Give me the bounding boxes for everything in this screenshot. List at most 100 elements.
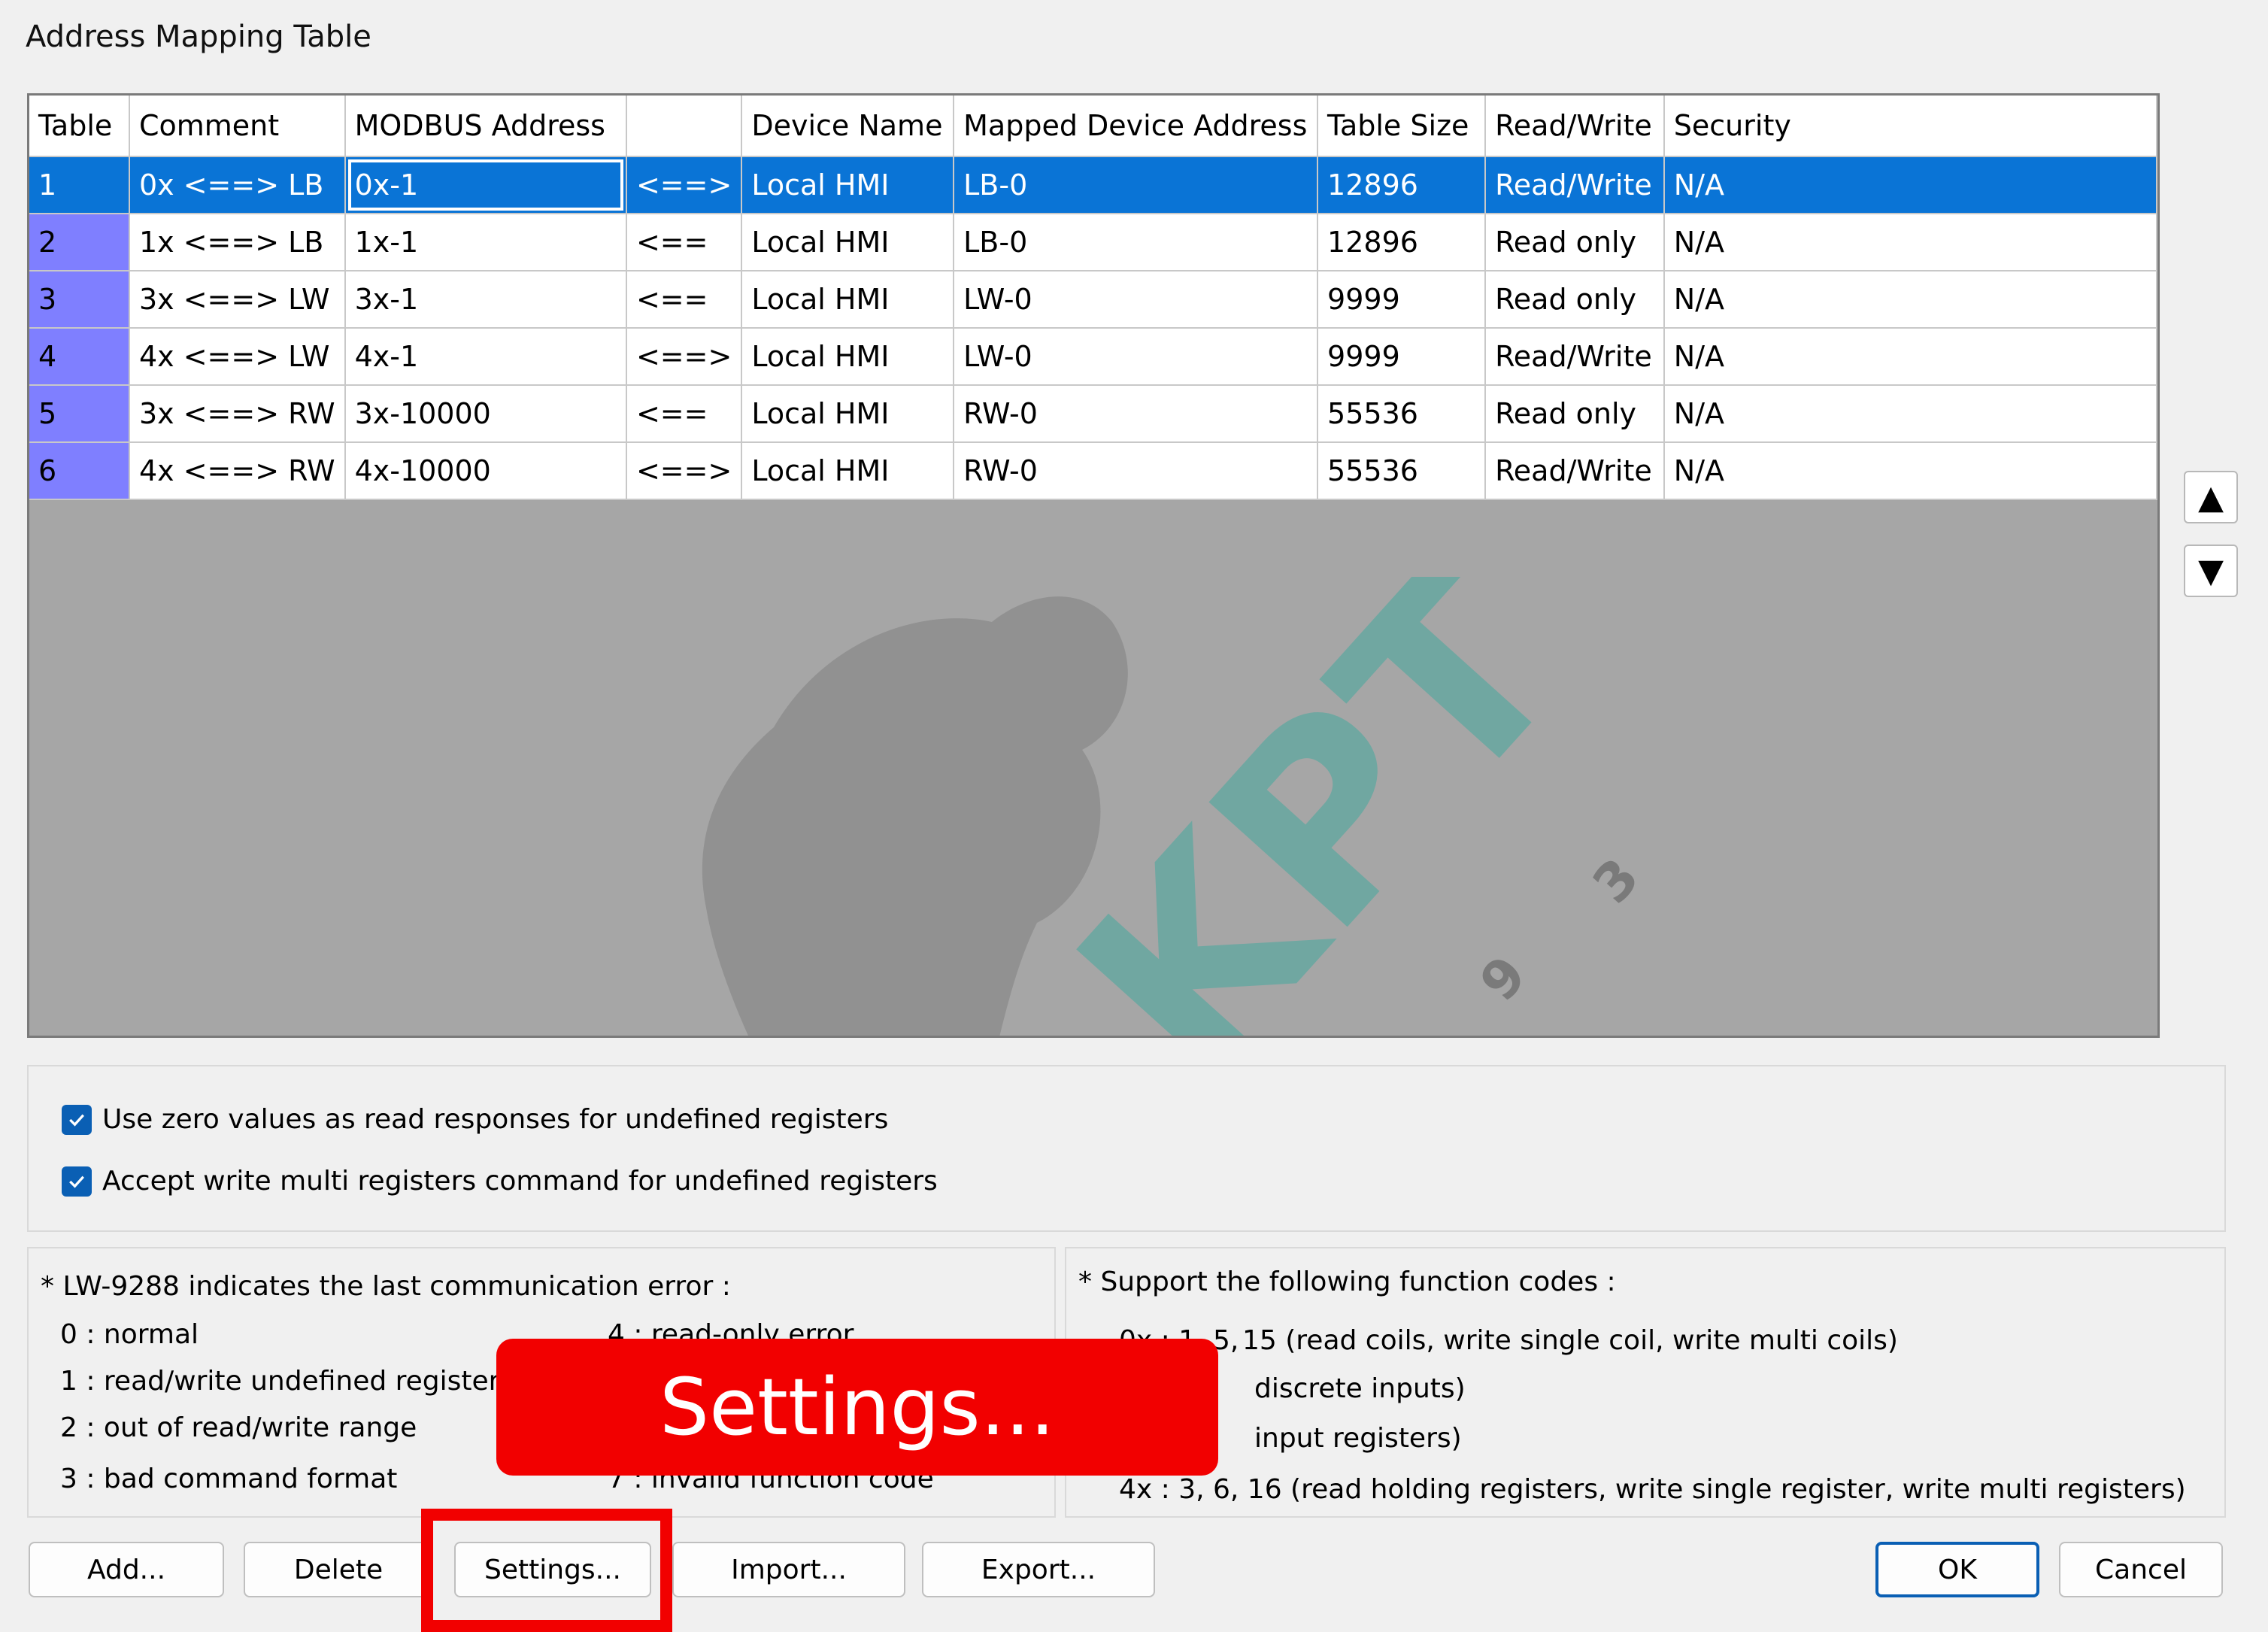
col-header-table[interactable]: Table	[29, 96, 130, 157]
cell-comment[interactable]: 3x <==> LW	[129, 271, 346, 329]
table-row[interactable]: 2 1x <==> LB 1x-1 <== Local HMI LB-0 12896 Read…	[29, 214, 2157, 271]
cell-security[interactable]: N/A	[1663, 385, 2157, 443]
col-header-read-write[interactable]: Read/Write	[1485, 96, 1665, 157]
export-button[interactable]: Export...	[922, 1542, 1155, 1597]
settings-callout: Settings...	[496, 1339, 1218, 1476]
function-code-3x-detail: input registers)	[1254, 1423, 1462, 1454]
cell-table-size[interactable]: 55536	[1317, 385, 1487, 443]
cell-mapped-address[interactable]: RW-0	[954, 442, 1319, 500]
cell-mapped-address[interactable]: RW-0	[954, 385, 1319, 443]
cell-device-name[interactable]: Local HMI	[741, 442, 955, 500]
cell-read-write[interactable]: Read only	[1485, 271, 1665, 329]
cell-table-number[interactable]: 2	[29, 214, 130, 271]
watermark: KPT 1 9 9 3	[702, 577, 1651, 1038]
checkmark-icon	[69, 1114, 84, 1127]
cell-device-name[interactable]: Local HMI	[741, 214, 955, 271]
settings-highlight-box	[421, 1509, 672, 1632]
mapping-table[interactable]: Table Comment MODBUS Address Device Name…	[27, 93, 2160, 1038]
col-header-comment[interactable]: Comment	[129, 96, 346, 157]
table-row[interactable]: 4 4x <==> LW 4x-1 <==> Local HMI LW-0 9999 Read…	[29, 328, 2157, 386]
cell-direction[interactable]: <==>	[626, 156, 743, 214]
cell-device-name[interactable]: Local HMI	[741, 156, 955, 214]
cell-read-write[interactable]: Read/Write	[1485, 328, 1665, 386]
cell-mapped-address[interactable]: LB-0	[954, 214, 1319, 271]
cancel-button[interactable]: Cancel	[2059, 1542, 2223, 1597]
import-button[interactable]: Import...	[672, 1542, 905, 1597]
cell-direction[interactable]: <==	[626, 385, 743, 443]
error-code-3: 3 : bad command format	[60, 1464, 398, 1494]
table-row[interactable]: 3 3x <==> LW 3x-1 <== Local HMI LW-0 9999 Read …	[29, 271, 2157, 329]
cell-modbus-address[interactable]: 3x-10000	[344, 385, 627, 443]
cell-modbus-address[interactable]: 4x-10000	[344, 442, 627, 500]
col-header-device-name[interactable]: Device Name	[741, 96, 955, 157]
cell-comment[interactable]: 4x <==> RW	[129, 442, 346, 500]
error-code-0: 0 : normal	[60, 1319, 199, 1350]
cell-table-size[interactable]: 55536	[1317, 442, 1487, 500]
cell-table-number[interactable]: 6	[29, 442, 130, 500]
cell-device-name[interactable]: Local HMI	[741, 385, 955, 443]
cell-direction[interactable]: <==>	[626, 442, 743, 500]
options-group: Use zero values as read responses for un…	[27, 1065, 2226, 1232]
accept-write-option[interactable]: Accept write multi registers command for…	[62, 1166, 938, 1197]
cell-table-size[interactable]: 12896	[1317, 214, 1487, 271]
zero-values-option[interactable]: Use zero values as read responses for un…	[62, 1104, 888, 1135]
address-mapping-dialog: Address Mapping Table Table Comment MODB…	[0, 0, 2268, 1632]
cell-read-write[interactable]: Read only	[1485, 214, 1665, 271]
cell-security[interactable]: N/A	[1663, 156, 2157, 214]
cell-table-size[interactable]: 12896	[1317, 156, 1487, 214]
cell-table-number[interactable]: 4	[29, 328, 130, 386]
cell-comment[interactable]: 1x <==> LB	[129, 214, 346, 271]
move-down-button[interactable]: ▼	[2184, 545, 2238, 597]
error-code-1: 1 : read/write undefined registers	[60, 1366, 514, 1397]
cell-direction[interactable]: <==	[626, 214, 743, 271]
cell-comment[interactable]: 4x <==> LW	[129, 328, 346, 386]
add-button[interactable]: Add...	[29, 1542, 224, 1597]
cell-device-name[interactable]: Local HMI	[741, 271, 955, 329]
cell-mapped-address[interactable]: LW-0	[954, 328, 1319, 386]
col-header-security[interactable]: Security	[1663, 96, 2157, 157]
table-row[interactable]: 5 3x <==> RW 3x-10000 <== Local HMI RW-0 55536…	[29, 385, 2157, 443]
col-header-direction[interactable]	[626, 96, 743, 157]
cell-table-number[interactable]: 1	[29, 156, 130, 214]
zero-values-checkbox[interactable]	[62, 1104, 92, 1135]
cell-security[interactable]: N/A	[1663, 328, 2157, 386]
cell-modbus-address[interactable]: 4x-1	[344, 328, 627, 386]
cell-direction[interactable]: <==>	[626, 328, 743, 386]
horse-silhouette-watermark	[702, 596, 1128, 1036]
accept-write-checkbox[interactable]	[62, 1166, 92, 1197]
cell-read-write[interactable]: Read only	[1485, 385, 1665, 443]
mapping-grid[interactable]: Table Comment MODBUS Address Device Name…	[29, 96, 2157, 500]
cell-modbus-address[interactable]: 3x-1	[344, 271, 627, 329]
cell-security[interactable]: N/A	[1663, 271, 2157, 329]
table-row[interactable]: 6 4x <==> RW 4x-10000 <==> Local HMI RW-0 5553…	[29, 442, 2157, 500]
table-row[interactable]: 1 0x <==> LB 0x-1 <==> Local HMI LB-0 12896 Rea…	[29, 156, 2157, 214]
col-header-table-size[interactable]: Table Size	[1317, 96, 1487, 157]
cell-security[interactable]: N/A	[1663, 214, 2157, 271]
ok-button[interactable]: OK	[1875, 1542, 2039, 1597]
error-info-heading: * LW-9288 indicates the last communicati…	[41, 1271, 731, 1302]
cell-direction[interactable]: <==	[626, 271, 743, 329]
cell-mapped-address[interactable]: LW-0	[954, 271, 1319, 329]
cell-table-size[interactable]: 9999	[1317, 271, 1487, 329]
cell-modbus-address[interactable]: 0x-1	[344, 156, 627, 214]
cell-table-number[interactable]: 5	[29, 385, 130, 443]
cell-read-write[interactable]: Read/Write	[1485, 442, 1665, 500]
cell-security[interactable]: N/A	[1663, 442, 2157, 500]
move-up-button[interactable]: ▲	[2184, 471, 2238, 523]
watermark-brand-text: KPT	[1023, 577, 1620, 1038]
cell-modbus-address[interactable]: 1x-1	[344, 214, 627, 271]
col-header-mapped-address[interactable]: Mapped Device Address	[954, 96, 1319, 157]
checkmark-icon	[69, 1175, 84, 1188]
watermark-digit-4: 3	[1581, 847, 1651, 915]
zero-values-label: Use zero values as read responses for un…	[102, 1104, 889, 1135]
cell-device-name[interactable]: Local HMI	[741, 328, 955, 386]
cell-mapped-address[interactable]: LB-0	[954, 156, 1319, 214]
col-header-modbus-address[interactable]: MODBUS Address	[344, 96, 627, 157]
accept-write-label: Accept write multi registers command for…	[102, 1166, 938, 1197]
cell-table-size[interactable]: 9999	[1317, 328, 1487, 386]
cell-read-write[interactable]: Read/Write	[1485, 156, 1665, 214]
cell-table-number[interactable]: 3	[29, 271, 130, 329]
delete-button[interactable]: Delete	[244, 1542, 433, 1597]
cell-comment[interactable]: 3x <==> RW	[129, 385, 346, 443]
cell-comment[interactable]: 0x <==> LB	[129, 156, 346, 214]
